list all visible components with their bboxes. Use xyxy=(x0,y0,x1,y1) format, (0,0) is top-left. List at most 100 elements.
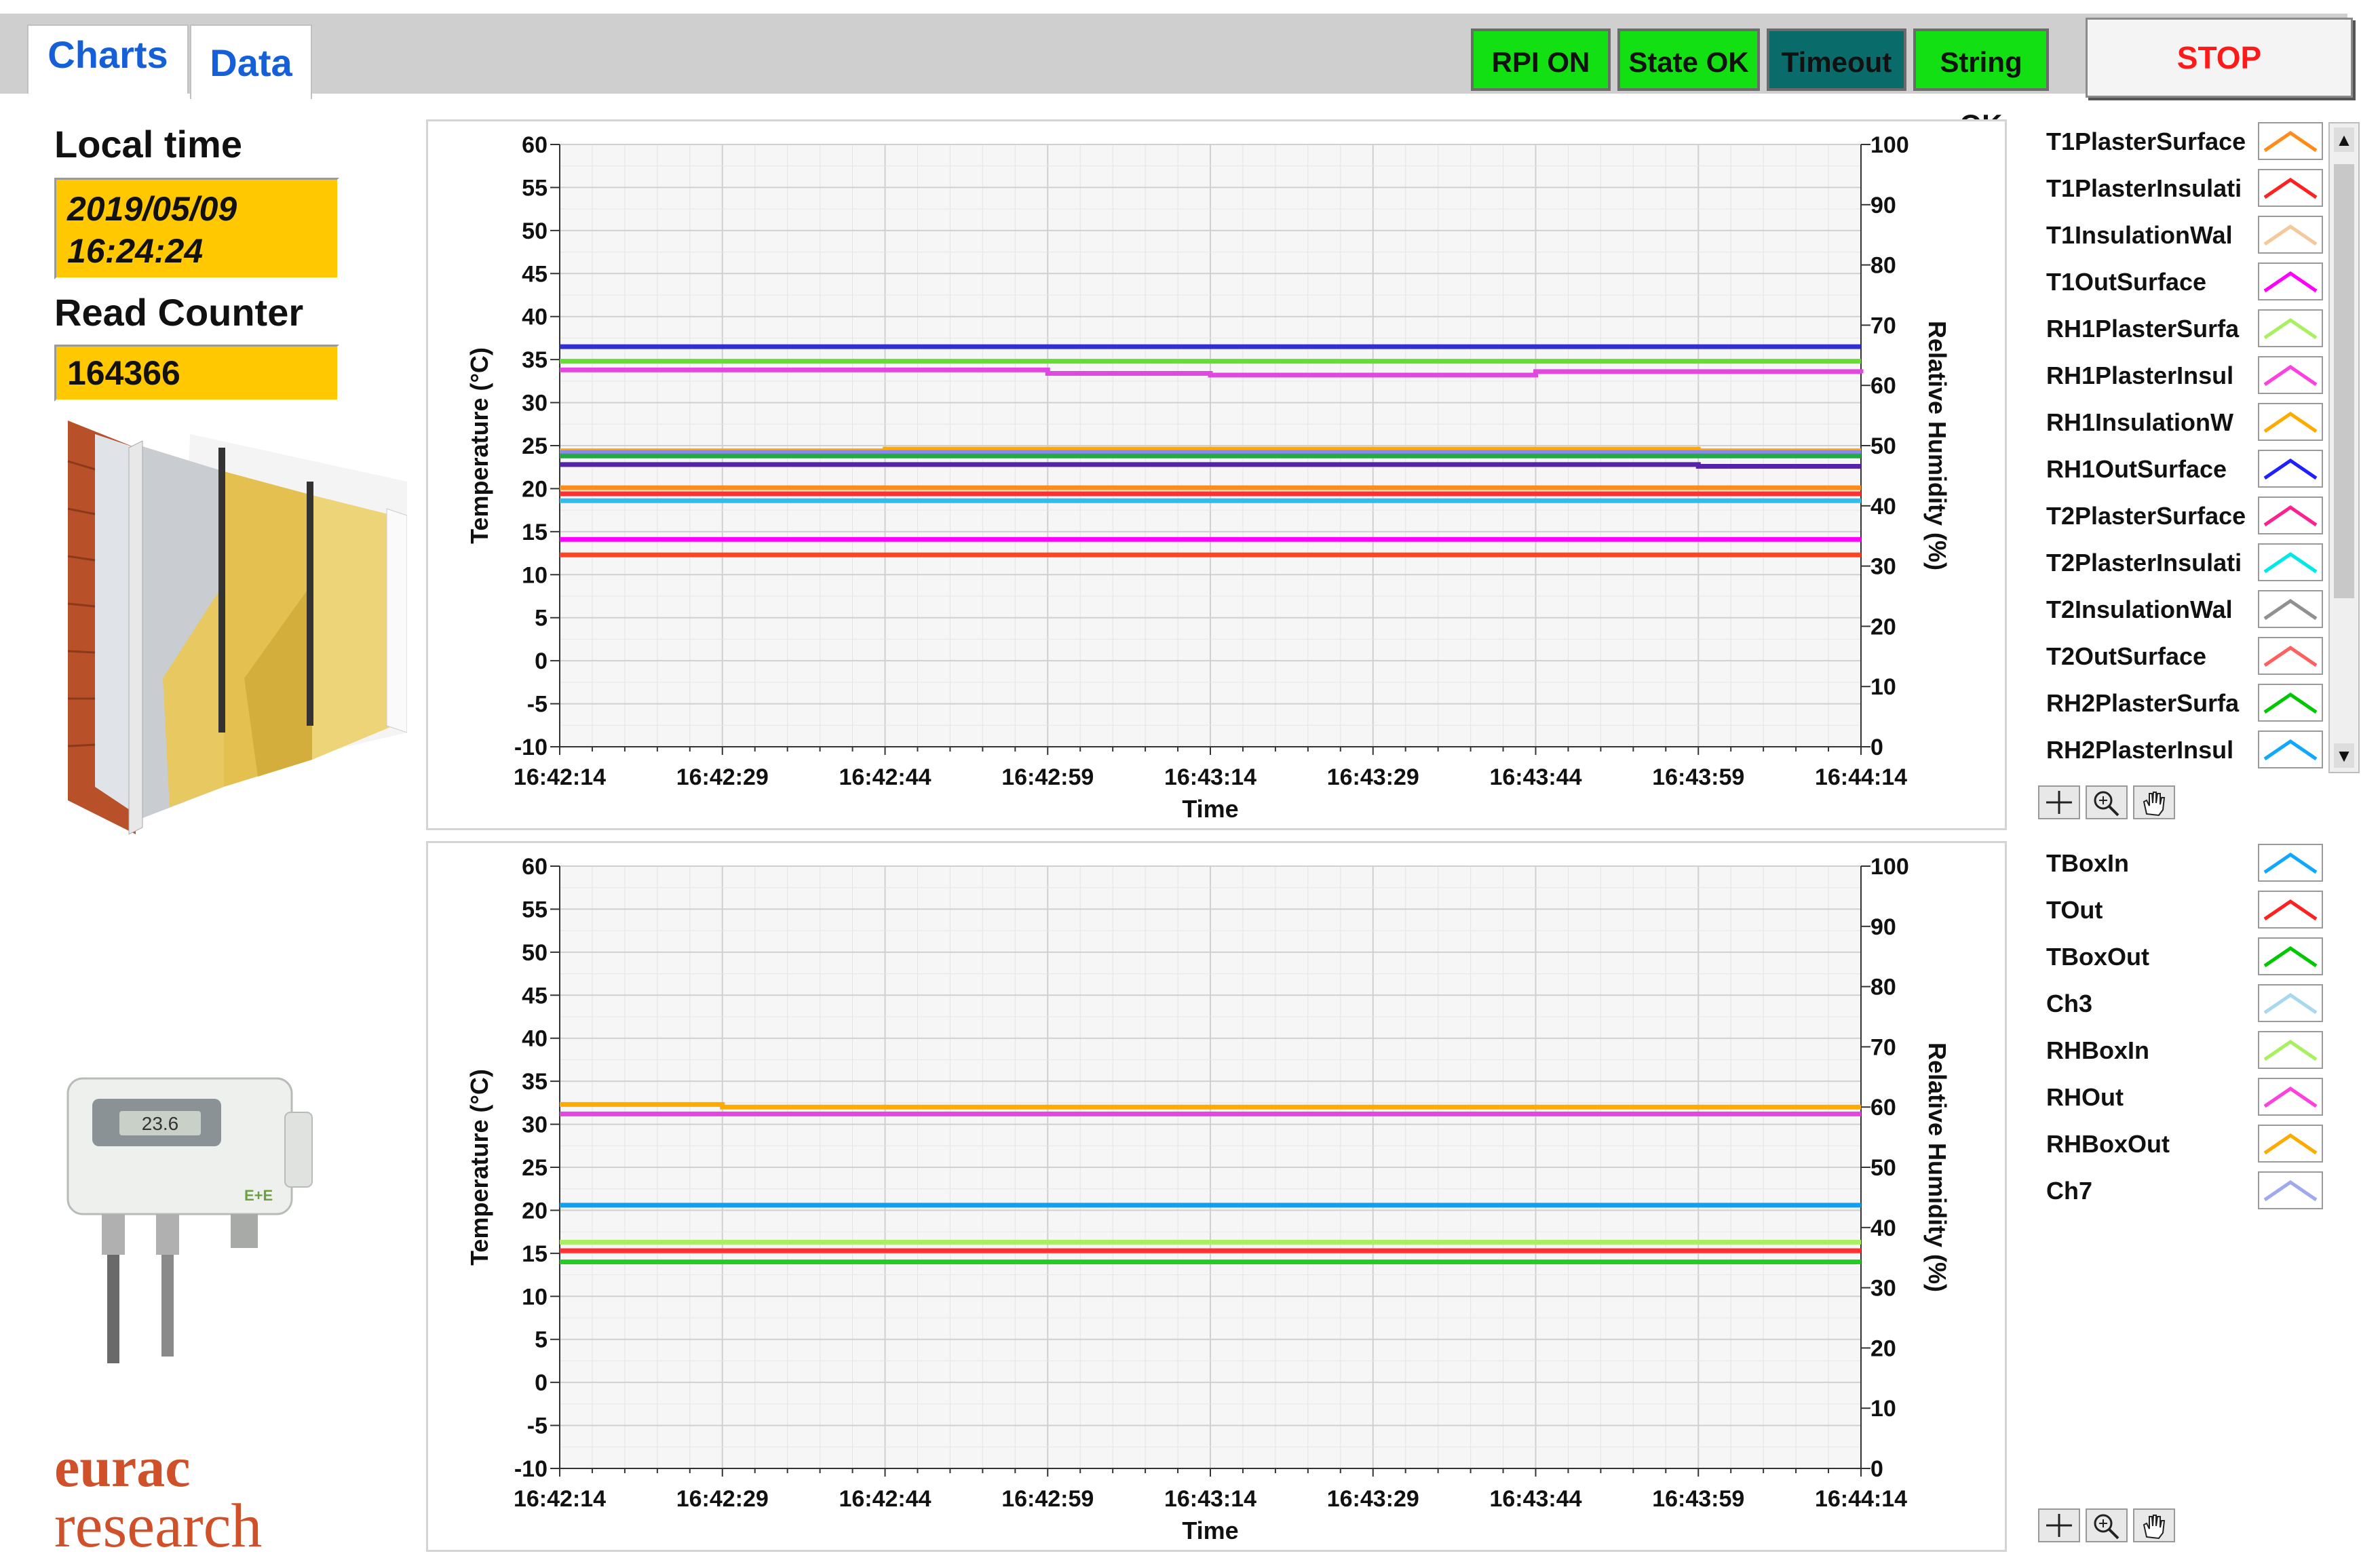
scroll-up-arrow-icon[interactable]: ▲ xyxy=(2334,128,2354,152)
legend-swatch-icon[interactable] xyxy=(2258,216,2323,254)
legend-item[interactable]: T2PlasterSurface xyxy=(2042,496,2323,537)
y-tick-label: 35 xyxy=(522,1069,548,1095)
legend-swatch-icon[interactable] xyxy=(2258,543,2323,581)
wall-insulation-image xyxy=(67,421,407,835)
legend-swatch-icon[interactable] xyxy=(2258,730,2323,768)
legend-scrollbar[interactable]: ▲ ▼ xyxy=(2328,122,2360,773)
y2-tick-label: 100 xyxy=(1870,132,1909,158)
legend-item[interactable]: RH1PlasterSurfa xyxy=(2042,309,2323,350)
y-tick-label: 5 xyxy=(535,1327,548,1353)
legend-item[interactable]: Ch3 xyxy=(2042,984,2323,1025)
y-tick-label: 10 xyxy=(522,562,548,588)
y-tick-label: 60 xyxy=(522,854,548,880)
legend-item[interactable]: RH1InsulationW xyxy=(2042,403,2323,444)
legend-item[interactable]: RHOut xyxy=(2042,1078,2323,1118)
legend-item-label: T2OutSurface xyxy=(2046,642,2207,670)
cursor-tool-icon[interactable] xyxy=(2038,785,2080,819)
pan-tool-icon[interactable] xyxy=(2133,1508,2175,1542)
tab-data[interactable]: Data xyxy=(190,24,312,99)
y2-tick-label: 70 xyxy=(1870,1034,1896,1060)
legend-swatch-icon[interactable] xyxy=(2258,1078,2323,1116)
legend-item[interactable]: RH1PlasterInsul xyxy=(2042,356,2323,397)
legend-swatch-icon[interactable] xyxy=(2258,891,2323,929)
local-time-display: 2019/05/09 16:24:24 xyxy=(54,178,339,279)
y2-tick-label: 30 xyxy=(1870,554,1896,580)
top-graph-palette xyxy=(2038,785,2175,819)
x-tick-label: 16:43:29 xyxy=(1327,1486,1419,1512)
legend-item[interactable]: Ch7 xyxy=(2042,1171,2323,1212)
y2-tick-label: 90 xyxy=(1870,193,1896,218)
scroll-down-arrow-icon[interactable]: ▼ xyxy=(2334,743,2354,768)
legend-item[interactable]: RH2PlasterInsul xyxy=(2042,730,2323,771)
y2-tick-label: 0 xyxy=(1870,1456,1883,1482)
y-tick-label: 15 xyxy=(522,1241,548,1267)
legend-item[interactable]: T1InsulationWal xyxy=(2042,216,2323,256)
x-tick-label: 16:42:44 xyxy=(839,1486,931,1512)
legend-item[interactable]: RH1OutSurface xyxy=(2042,450,2323,490)
x-tick-label: 16:44:14 xyxy=(1815,1486,1907,1512)
legend-swatch-icon[interactable] xyxy=(2258,844,2323,882)
stop-button[interactable]: STOP xyxy=(2086,18,2353,98)
y2-tick-label: 50 xyxy=(1870,433,1896,459)
legend-item[interactable]: RH2PlasterSurfa xyxy=(2042,684,2323,724)
y2-tick-label: 40 xyxy=(1870,1215,1896,1241)
legend-swatch-icon[interactable] xyxy=(2258,496,2323,534)
legend-item-label: T1PlasterSurface xyxy=(2046,128,2246,155)
y-tick-label: 30 xyxy=(522,1112,548,1138)
legend-item[interactable]: TBoxOut xyxy=(2042,937,2323,978)
legend-item-label: RH2PlasterSurfa xyxy=(2046,689,2240,717)
legend-swatch-icon[interactable] xyxy=(2258,262,2323,300)
legend-item[interactable]: T2InsulationWal xyxy=(2042,590,2323,631)
y-tick-label: 10 xyxy=(522,1284,548,1310)
legend-swatch-icon[interactable] xyxy=(2258,637,2323,675)
legend-swatch-icon[interactable] xyxy=(2258,403,2323,441)
x-tick-label: 16:43:44 xyxy=(1489,1486,1581,1512)
legend-item[interactable]: RHBoxIn xyxy=(2042,1031,2323,1072)
legend-item-label: T1OutSurface xyxy=(2046,268,2207,296)
x-tick-label: 16:42:14 xyxy=(514,1486,606,1512)
legend-swatch-icon[interactable] xyxy=(2258,937,2323,975)
legend-item[interactable]: TBoxIn xyxy=(2042,844,2323,884)
timeout-indicator: Timeout xyxy=(1767,28,1906,91)
legend-swatch-icon[interactable] xyxy=(2258,309,2323,347)
legend-swatch-icon[interactable] xyxy=(2258,169,2323,207)
top-legend: T1PlasterSurface T1PlasterInsulati T1Insul… xyxy=(2042,122,2323,773)
zoom-tool-icon[interactable] xyxy=(2086,785,2128,819)
pan-tool-icon[interactable] xyxy=(2133,785,2175,819)
top-chart[interactable]: 605550454035302520151050-5-1010090807060… xyxy=(428,121,2005,828)
legend-swatch-icon[interactable] xyxy=(2258,590,2323,628)
legend-swatch-icon[interactable] xyxy=(2258,684,2323,722)
legend-item[interactable]: RHBoxOut xyxy=(2042,1125,2323,1165)
legend-item[interactable]: T1PlasterInsulati xyxy=(2042,169,2323,210)
legend-item[interactable]: T1OutSurface xyxy=(2042,262,2323,303)
tab-charts[interactable]: Charts xyxy=(27,24,189,94)
local-time-value: 16:24:24 xyxy=(67,232,204,270)
y-tick-label: 35 xyxy=(522,347,548,373)
state-ok-indicator: State OK xyxy=(1617,28,1760,91)
y-tick-label: 40 xyxy=(522,305,548,330)
legend-swatch-icon[interactable] xyxy=(2258,984,2323,1022)
legend-swatch-icon[interactable] xyxy=(2258,1031,2323,1069)
legend-swatch-icon[interactable] xyxy=(2258,122,2323,160)
legend-swatch-icon[interactable] xyxy=(2258,450,2323,488)
legend-item-label: T2PlasterSurface xyxy=(2046,502,2246,530)
legend-item[interactable]: TOut xyxy=(2042,891,2323,931)
bottom-chart[interactable]: 605550454035302520151050-5-1010090807060… xyxy=(428,843,2005,1550)
legend-item[interactable]: T2OutSurface xyxy=(2042,637,2323,678)
scroll-thumb[interactable] xyxy=(2334,164,2354,598)
y-tick-label: 50 xyxy=(522,218,548,244)
legend-item[interactable]: T2PlasterInsulati xyxy=(2042,543,2323,584)
cursor-tool-icon[interactable] xyxy=(2038,1508,2080,1542)
series-line-T1OutSurface xyxy=(560,462,1861,469)
legend-swatch-icon[interactable] xyxy=(2258,356,2323,394)
x-axis-label: Time xyxy=(1182,795,1238,823)
read-counter-display: 164366 xyxy=(54,345,339,402)
legend-item-label: T1PlasterInsulati xyxy=(2046,174,2242,202)
legend-item[interactable]: T1PlasterSurface xyxy=(2042,122,2323,163)
legend-swatch-icon[interactable] xyxy=(2258,1171,2323,1209)
y2-tick-label: 40 xyxy=(1870,494,1896,520)
zoom-tool-icon[interactable] xyxy=(2086,1508,2128,1542)
y2-tick-label: 0 xyxy=(1870,735,1883,760)
y2-tick-label: 50 xyxy=(1870,1155,1896,1181)
legend-swatch-icon[interactable] xyxy=(2258,1125,2323,1163)
